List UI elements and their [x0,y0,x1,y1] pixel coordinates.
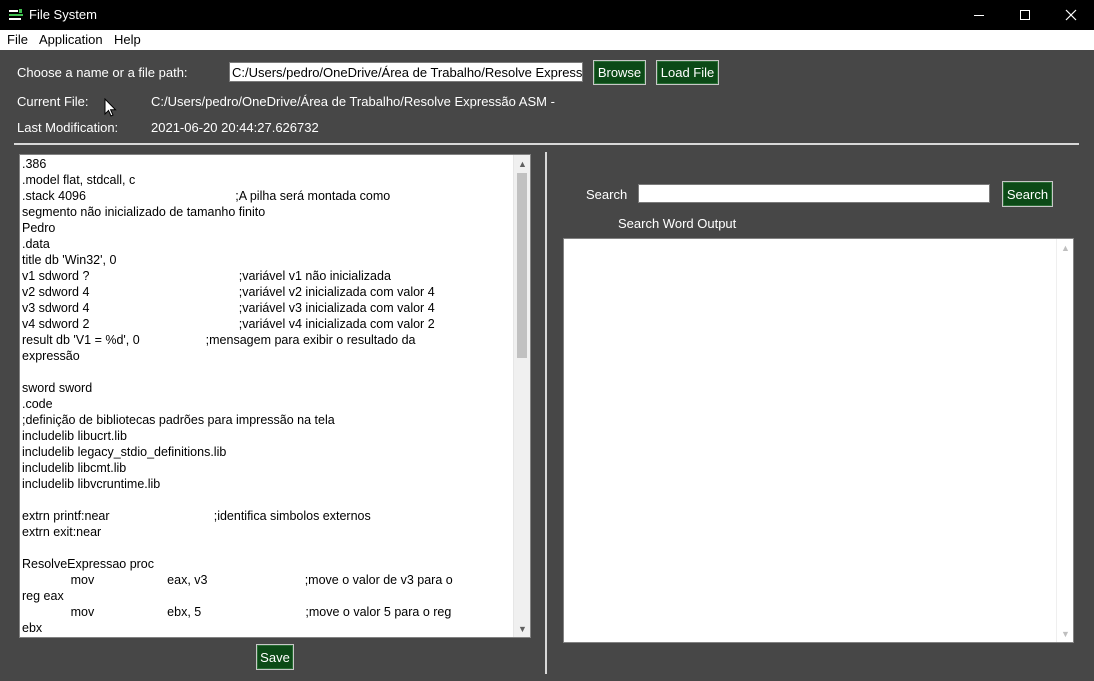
code-line: mov ebx, 5 ;move o valor 5 para o reg [22,605,452,619]
code-line: includelib libucrt.lib [22,429,127,443]
code-line: .386 [22,157,47,171]
code-line: includelib libcmt.lib [22,461,127,475]
last-modification-label: Last Modification: [17,120,119,135]
code-line: .data [22,237,50,251]
minimize-icon [974,15,984,16]
search-output-label: Search Word Output [618,216,737,231]
mouse-cursor-icon [104,98,117,117]
close-button[interactable] [1048,0,1094,30]
current-file-label: Current File: [17,94,89,109]
code-line: expressão [22,349,80,363]
code-line: Pedro [22,221,56,235]
code-line: sword sword [22,381,93,395]
output-scrollbar[interactable]: ▲ ▼ [1056,239,1073,642]
menu-file[interactable]: File [7,32,28,47]
search-button[interactable]: Search [1002,181,1053,207]
scroll-up-icon[interactable]: ▲ [1057,239,1074,256]
scroll-down-icon[interactable]: ▼ [514,620,530,637]
code-line: includelib legacy_stdio_definitions.lib [22,445,227,459]
search-output-box[interactable]: ▲ ▼ [563,238,1074,643]
code-line: extrn printf:near ;identifica simbolos e… [22,509,371,523]
menu-bar: File Application Help [0,30,1094,50]
menu-application[interactable]: Application [39,32,103,47]
file-path-input[interactable] [229,62,583,82]
vertical-divider [545,152,547,674]
search-label: Search [586,187,628,202]
maximize-button[interactable] [1002,0,1048,30]
code-line: .stack 4096 ;A pilha será montada como [22,189,391,203]
scrollbar-thumb[interactable] [517,173,527,358]
code-line: reg eax [22,589,64,603]
browse-button[interactable]: Browse [593,60,646,85]
editor-scrollbar[interactable]: ▲ ▼ [513,155,530,637]
code-line: ebx [22,621,43,635]
save-button[interactable]: Save [256,644,294,670]
code-line: includelib libvcruntime.lib [22,477,161,491]
horizontal-divider [14,143,1079,145]
maximize-icon [1020,10,1030,20]
code-editor[interactable]: .386 .model flat, stdcall, c .stack 4096 ;… [19,154,531,638]
scroll-down-icon[interactable]: ▼ [1057,625,1074,642]
code-line: .model flat, stdcall, c [22,173,136,187]
code-line: v1 sdword ? ;variável v1 não inicializad… [22,269,391,283]
window-title: File System [29,7,97,22]
code-line: ResolveExpressao proc [22,557,155,571]
code-line: v4 sdword 2 ;variável v4 inicializada co… [22,317,435,331]
code-line: mov eax, v3 ;move o valor de v3 para o [22,573,453,587]
minimize-button[interactable] [956,0,1002,30]
code-line: segmento não inicializado de tamanho fin… [22,205,266,219]
code-line: .code [22,397,53,411]
search-input[interactable] [638,184,990,203]
menu-help[interactable]: Help [114,32,141,47]
title-bar: File System [0,0,1094,30]
load-file-button[interactable]: Load File [656,60,719,85]
current-file-value: C:/Users/pedro/OneDrive/Área de Trabalho… [151,94,555,109]
close-icon [1065,9,1077,21]
code-content[interactable]: .386 .model flat, stdcall, c .stack 4096 ;… [22,156,514,636]
file-path-label: Choose a name or a file path: [17,65,188,80]
code-line: ;definição de bibliotecas padrões para i… [22,413,335,427]
code-line: title db 'Win32', 0 [22,253,117,267]
code-line: v3 sdword 4 ;variável v3 inicializada co… [22,301,435,315]
code-line: v2 sdword 4 ;variável v2 inicializada co… [22,285,435,299]
last-modification-value: 2021-06-20 20:44:27.626732 [151,120,319,135]
app-icon [8,8,24,22]
code-line: result db 'V1 = %d', 0 ;mensagem para ex… [22,333,416,347]
scroll-up-icon[interactable]: ▲ [514,155,530,172]
code-line: extrn exit:near [22,525,102,539]
